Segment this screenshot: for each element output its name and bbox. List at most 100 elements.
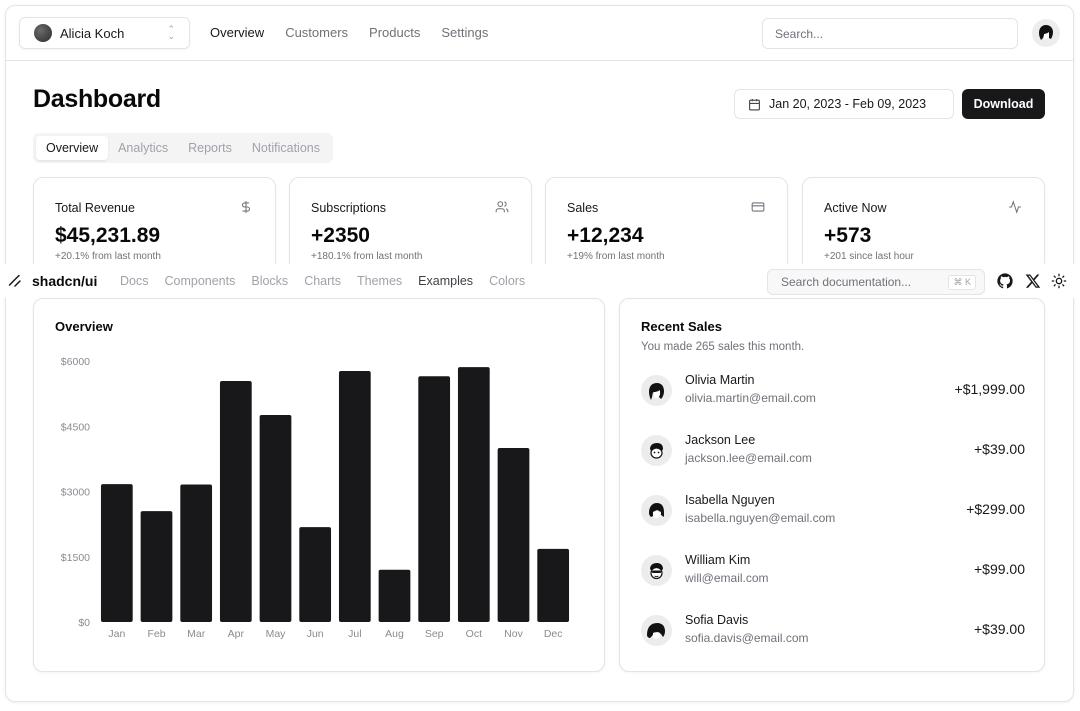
- dollar-icon: [241, 201, 251, 213]
- x-tick-label: Mar: [187, 628, 206, 640]
- team-switcher[interactable]: Alicia Koch ⌃ ⌄: [19, 17, 190, 49]
- user-avatar[interactable]: [1032, 19, 1060, 47]
- stat-card-subscriptions: Subscriptions +2350 +180.1% from last mo…: [289, 177, 532, 272]
- dashboard-tabs: Overview Analytics Reports Notifications: [33, 133, 333, 163]
- stat-subtext: +201 since last hour: [824, 251, 914, 262]
- bar-jul[interactable]: [338, 371, 371, 622]
- bar-aug[interactable]: [378, 569, 411, 622]
- sale-amount: +$1,999.00: [954, 381, 1025, 397]
- x-tick-label: Jun: [307, 628, 324, 640]
- x-tick-label: Feb: [147, 628, 165, 640]
- recent-sales-title: Recent Sales: [641, 319, 722, 334]
- x-tick-label: Aug: [385, 628, 404, 640]
- y-tick-label: $1500: [61, 552, 90, 564]
- x-tick-label: Oct: [466, 628, 482, 640]
- nav-link-settings[interactable]: Settings: [441, 25, 488, 40]
- stat-value: +573: [824, 224, 872, 247]
- customer-email: will@email.com: [685, 571, 769, 585]
- docs-nav: Docs Components Blocks Charts Themes Exa…: [120, 274, 525, 288]
- stat-card-total-revenue: Total Revenue $45,231.89 +20.1% from las…: [33, 177, 276, 272]
- download-button[interactable]: Download: [962, 89, 1045, 119]
- search-input[interactable]: [762, 18, 1018, 49]
- chevrons-up-down-icon: ⌃ ⌄: [167, 24, 175, 41]
- avatar-olivia-icon: [649, 383, 664, 400]
- users-icon: [495, 201, 509, 213]
- sale-amount: +$39.00: [974, 441, 1025, 457]
- bar-apr[interactable]: [219, 381, 252, 622]
- x-tick-label: Sep: [425, 628, 444, 640]
- customer-avatar: [641, 495, 672, 526]
- docs-brand[interactable]: shadcn/ui: [32, 273, 97, 289]
- revenue-bar-chart: $0 $1500 $3000 $4500 $6000 Jan Feb Mar Apr May Jun…: [61, 356, 570, 640]
- docs-link-colors[interactable]: Colors: [489, 274, 525, 288]
- team-name: Alicia Koch: [60, 25, 125, 41]
- customer-name: Isabella Nguyen: [685, 493, 775, 507]
- docs-search-button[interactable]: Search documentation... ⌘ K: [767, 269, 985, 295]
- avatar-isabella-icon: [649, 503, 664, 518]
- bar-nov[interactable]: [497, 448, 530, 622]
- x-tick-label: Jul: [348, 628, 361, 640]
- stat-subtext: +20.1% from last month: [55, 251, 161, 262]
- stat-value: $45,231.89: [55, 224, 161, 247]
- docs-link-components[interactable]: Components: [164, 274, 235, 288]
- stat-subtext: +180.1% from last month: [311, 251, 423, 262]
- sale-amount: +$299.00: [966, 501, 1025, 517]
- nav-link-overview[interactable]: Overview: [210, 25, 264, 40]
- main-nav: Overview Customers Products Settings: [210, 25, 488, 40]
- customer-email: jackson.lee@email.com: [685, 451, 812, 465]
- docs-link-docs[interactable]: Docs: [120, 274, 148, 288]
- customer-avatar: [641, 615, 672, 646]
- bar-mar[interactable]: [180, 484, 213, 622]
- x-tick-label: Jan: [108, 628, 125, 640]
- date-range-picker[interactable]: Jan 20, 2023 - Feb 09, 2023: [734, 89, 954, 119]
- customer-name: Jackson Lee: [685, 433, 756, 447]
- x-tick-label: Dec: [544, 628, 563, 640]
- x-tick-label: May: [266, 628, 287, 640]
- date-range-text: Jan 20, 2023 - Feb 09, 2023: [769, 97, 927, 111]
- avatar-sofia-icon: [647, 623, 665, 639]
- docs-link-blocks[interactable]: Blocks: [251, 274, 288, 288]
- bar-oct[interactable]: [457, 367, 490, 622]
- bar-feb[interactable]: [140, 511, 173, 622]
- customer-email: isabella.nguyen@email.com: [685, 511, 836, 525]
- bar-jun[interactable]: [299, 527, 332, 622]
- docs-link-charts[interactable]: Charts: [304, 274, 341, 288]
- sale-amount: +$99.00: [974, 561, 1025, 577]
- bar-may[interactable]: [259, 414, 292, 622]
- recent-sales-card: Recent Sales You made 265 sales this mon…: [619, 298, 1045, 672]
- top-navigation: Alicia Koch ⌃ ⌄ Overview Customers Produc…: [5, 5, 1074, 61]
- nav-link-customers[interactable]: Customers: [285, 25, 348, 40]
- customer-avatar: [641, 555, 672, 586]
- keyboard-shortcut: ⌘ K: [948, 275, 976, 290]
- x-twitter-icon[interactable]: [1025, 273, 1041, 289]
- customer-name: William Kim: [685, 553, 751, 567]
- bar-dec[interactable]: [537, 548, 570, 622]
- customer-name: Olivia Martin: [685, 373, 755, 387]
- overview-chart-card: Overview $0 $1500 $3000 $4500 $6000 Jan Feb Mar…: [33, 298, 605, 672]
- github-icon[interactable]: [997, 273, 1013, 289]
- docs-search-placeholder: Search documentation...: [781, 275, 912, 289]
- customer-email: olivia.martin@email.com: [685, 391, 816, 405]
- stat-card-sales: Sales +12,234 +19% from last month: [545, 177, 788, 272]
- sale-row: Olivia Martin olivia.martin@email.com +$…: [641, 371, 1025, 411]
- stat-title: Active Now: [824, 201, 887, 215]
- tab-overview[interactable]: Overview: [36, 136, 109, 160]
- docs-header-bar: shadcn/ui Docs Components Blocks Charts …: [0, 264, 1080, 298]
- bar-jan[interactable]: [100, 484, 133, 622]
- nav-link-products[interactable]: Products: [369, 25, 420, 40]
- sun-theme-toggle-icon[interactable]: [1051, 273, 1067, 289]
- sale-row: William Kim will@email.com +$99.00: [641, 551, 1025, 591]
- stat-title: Sales: [567, 201, 599, 215]
- tab-analytics[interactable]: Analytics: [108, 136, 178, 160]
- team-avatar: [34, 24, 52, 42]
- tab-reports[interactable]: Reports: [178, 136, 242, 160]
- docs-link-examples[interactable]: Examples: [418, 274, 473, 288]
- docs-link-themes[interactable]: Themes: [357, 274, 402, 288]
- x-tick-label: Apr: [228, 628, 245, 640]
- customer-avatar: [641, 435, 672, 466]
- x-tick-label: Nov: [504, 628, 523, 640]
- shadcn-logo-icon[interactable]: [7, 273, 23, 289]
- credit-card-icon: [751, 202, 765, 212]
- tab-notifications[interactable]: Notifications: [242, 136, 330, 160]
- bar-sep[interactable]: [418, 376, 451, 622]
